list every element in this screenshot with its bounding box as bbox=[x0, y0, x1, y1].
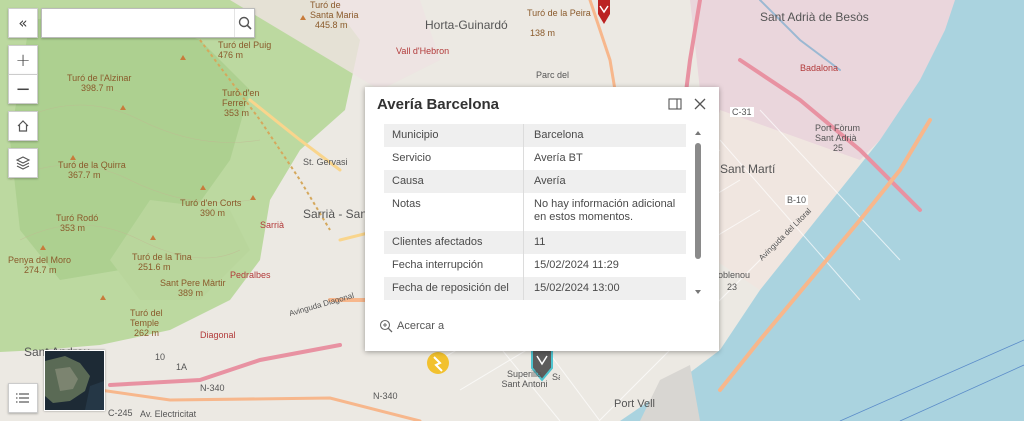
layers-button[interactable] bbox=[8, 148, 38, 178]
popup-scrollbar[interactable] bbox=[693, 126, 703, 300]
field-value: Avería BT bbox=[534, 152, 583, 164]
feature-popup: Avería Barcelona Municipio Barcelona Serv… bbox=[365, 87, 719, 351]
close-icon bbox=[694, 98, 706, 110]
field-value: No hay información adicional en estos mo… bbox=[534, 198, 676, 223]
table-row: Clientes afectados 11 bbox=[384, 231, 686, 254]
table-row: Notas No hay información adicional en est… bbox=[384, 193, 686, 231]
place-label: Vall d'Hebron bbox=[396, 46, 450, 56]
zoom-in-button[interactable]: + bbox=[8, 45, 38, 74]
satellite-thumbnail bbox=[45, 351, 104, 410]
place-label: Parc del bbox=[536, 70, 570, 80]
field-name: Notas bbox=[384, 193, 524, 231]
district-label: Horta-Guinardó bbox=[425, 18, 508, 32]
place-label: Badalona bbox=[800, 63, 839, 73]
collapse-button[interactable]: « bbox=[8, 8, 38, 38]
place-label: Diagonal bbox=[200, 330, 236, 340]
peak-elev: 353 m bbox=[224, 108, 250, 118]
field-value: 11 bbox=[534, 236, 546, 248]
peak-label: Turó de la Tina 251.6 m bbox=[132, 252, 192, 272]
scroll-down-arrow[interactable] bbox=[695, 290, 701, 294]
search-input[interactable] bbox=[42, 9, 234, 37]
peak-elev: 262 m bbox=[134, 328, 160, 338]
place-label: Pedralbes bbox=[230, 270, 271, 280]
legend-button[interactable] bbox=[8, 383, 38, 413]
plus-icon: + bbox=[15, 49, 31, 71]
place-label: Superilla Sant Antoni bbox=[501, 369, 548, 389]
road-shield: N-340 bbox=[373, 391, 398, 401]
peak-label: Turó Rodó bbox=[56, 213, 99, 223]
zoom-to-label: Acercar a bbox=[397, 320, 445, 332]
peak-label: Turó de la Peira bbox=[527, 8, 591, 18]
district-label: Sant Martí bbox=[720, 162, 776, 176]
place-label: Port Vell bbox=[614, 398, 655, 410]
field-value: Avería bbox=[534, 175, 566, 187]
peak-elev: 138 m bbox=[530, 28, 556, 38]
table-row: Municipio Barcelona bbox=[384, 124, 686, 147]
double-chevron-left-icon: « bbox=[18, 14, 28, 32]
overview-map[interactable] bbox=[44, 350, 105, 411]
zoom-in-icon bbox=[379, 319, 393, 333]
field-name: Causa bbox=[384, 170, 524, 193]
peak-label: Turó de Santa Maria bbox=[310, 0, 359, 20]
peak-label: Turó d'en Ferrer bbox=[222, 88, 260, 108]
field-value: 15/02/2024 13:00 bbox=[534, 282, 620, 294]
table-row: Servicio Avería BT bbox=[384, 147, 686, 170]
scroll-up-arrow[interactable] bbox=[695, 131, 701, 135]
close-button[interactable] bbox=[690, 94, 710, 114]
peak-elev: 445.8 m bbox=[315, 20, 348, 30]
district-label: Sarrià - Sant Gervasi bbox=[303, 207, 365, 221]
field-name: Clientes afectados bbox=[384, 231, 524, 254]
peak-elev: 353 m bbox=[60, 223, 86, 233]
place-label: Port Fòrum Sant Adrià bbox=[815, 123, 861, 143]
field-value: 15/02/2024 11:29 bbox=[534, 259, 619, 271]
road-shield: C-31 bbox=[730, 107, 754, 117]
field-name: Municipio bbox=[384, 124, 524, 147]
table-row: Causa Avería bbox=[384, 170, 686, 193]
layers-icon bbox=[15, 156, 31, 170]
field-name: Fecha de reposición del bbox=[384, 277, 524, 300]
search-icon bbox=[238, 16, 252, 30]
peak-label: Turó del Temple bbox=[130, 308, 163, 328]
peak-label: Turó de la Quirra 367.7 m bbox=[58, 160, 126, 180]
list-icon bbox=[16, 393, 29, 403]
road-shield: 1A bbox=[176, 362, 188, 372]
place-label: St. Gervasi bbox=[303, 157, 348, 167]
outage-marker-yellow[interactable] bbox=[427, 352, 449, 374]
field-value: Barcelona bbox=[534, 129, 584, 141]
peak-label: Turó d'en Corts 390 m bbox=[180, 198, 242, 218]
scrollbar-graphic bbox=[695, 131, 701, 294]
field-name: Fecha interrupción bbox=[384, 254, 524, 277]
road-shield: C-245 bbox=[108, 408, 133, 418]
zoom-to-button[interactable]: Acercar a bbox=[379, 319, 444, 333]
search-button[interactable] bbox=[234, 9, 254, 37]
minus-icon: − bbox=[15, 78, 31, 100]
dock-icon bbox=[668, 98, 682, 110]
field-name: Servicio bbox=[384, 147, 524, 170]
table-row: Fecha de reposición del 15/02/2024 13:00 bbox=[384, 277, 686, 300]
search-box bbox=[41, 8, 255, 38]
dock-button[interactable] bbox=[665, 94, 685, 114]
road-shield: B-10 bbox=[785, 195, 809, 205]
road-shield: 23 bbox=[727, 282, 738, 292]
attribute-table: Municipio Barcelona Servicio Avería BT Cau… bbox=[384, 124, 686, 302]
home-icon bbox=[17, 120, 29, 132]
place-label: Av. Electricitat bbox=[140, 409, 197, 419]
peak-label: Turó de l'Alzinar 398.7 m bbox=[67, 73, 132, 93]
place-label: Sarrià bbox=[260, 220, 285, 230]
place-label: Sants - Montjuïc bbox=[552, 372, 560, 382]
home-button[interactable] bbox=[8, 111, 38, 141]
scroll-thumb[interactable] bbox=[695, 143, 701, 259]
popup-title: Avería Barcelona bbox=[377, 96, 500, 113]
road-shield: 25 bbox=[833, 143, 844, 153]
road-shield: 10 bbox=[155, 352, 166, 362]
table-row: Fecha interrupción 15/02/2024 11:29 bbox=[384, 254, 686, 277]
peak-label: Turó del Puig 476 m bbox=[218, 40, 272, 60]
peak-label: Sant Pere Màrtir 389 m bbox=[160, 278, 226, 298]
zoom-out-button[interactable]: − bbox=[8, 74, 38, 104]
road-shield: N-340 bbox=[200, 383, 225, 393]
peak-label: Penya del Moro 274.7 m bbox=[8, 255, 72, 275]
district-label: Sant Adrià de Besòs bbox=[760, 10, 869, 24]
